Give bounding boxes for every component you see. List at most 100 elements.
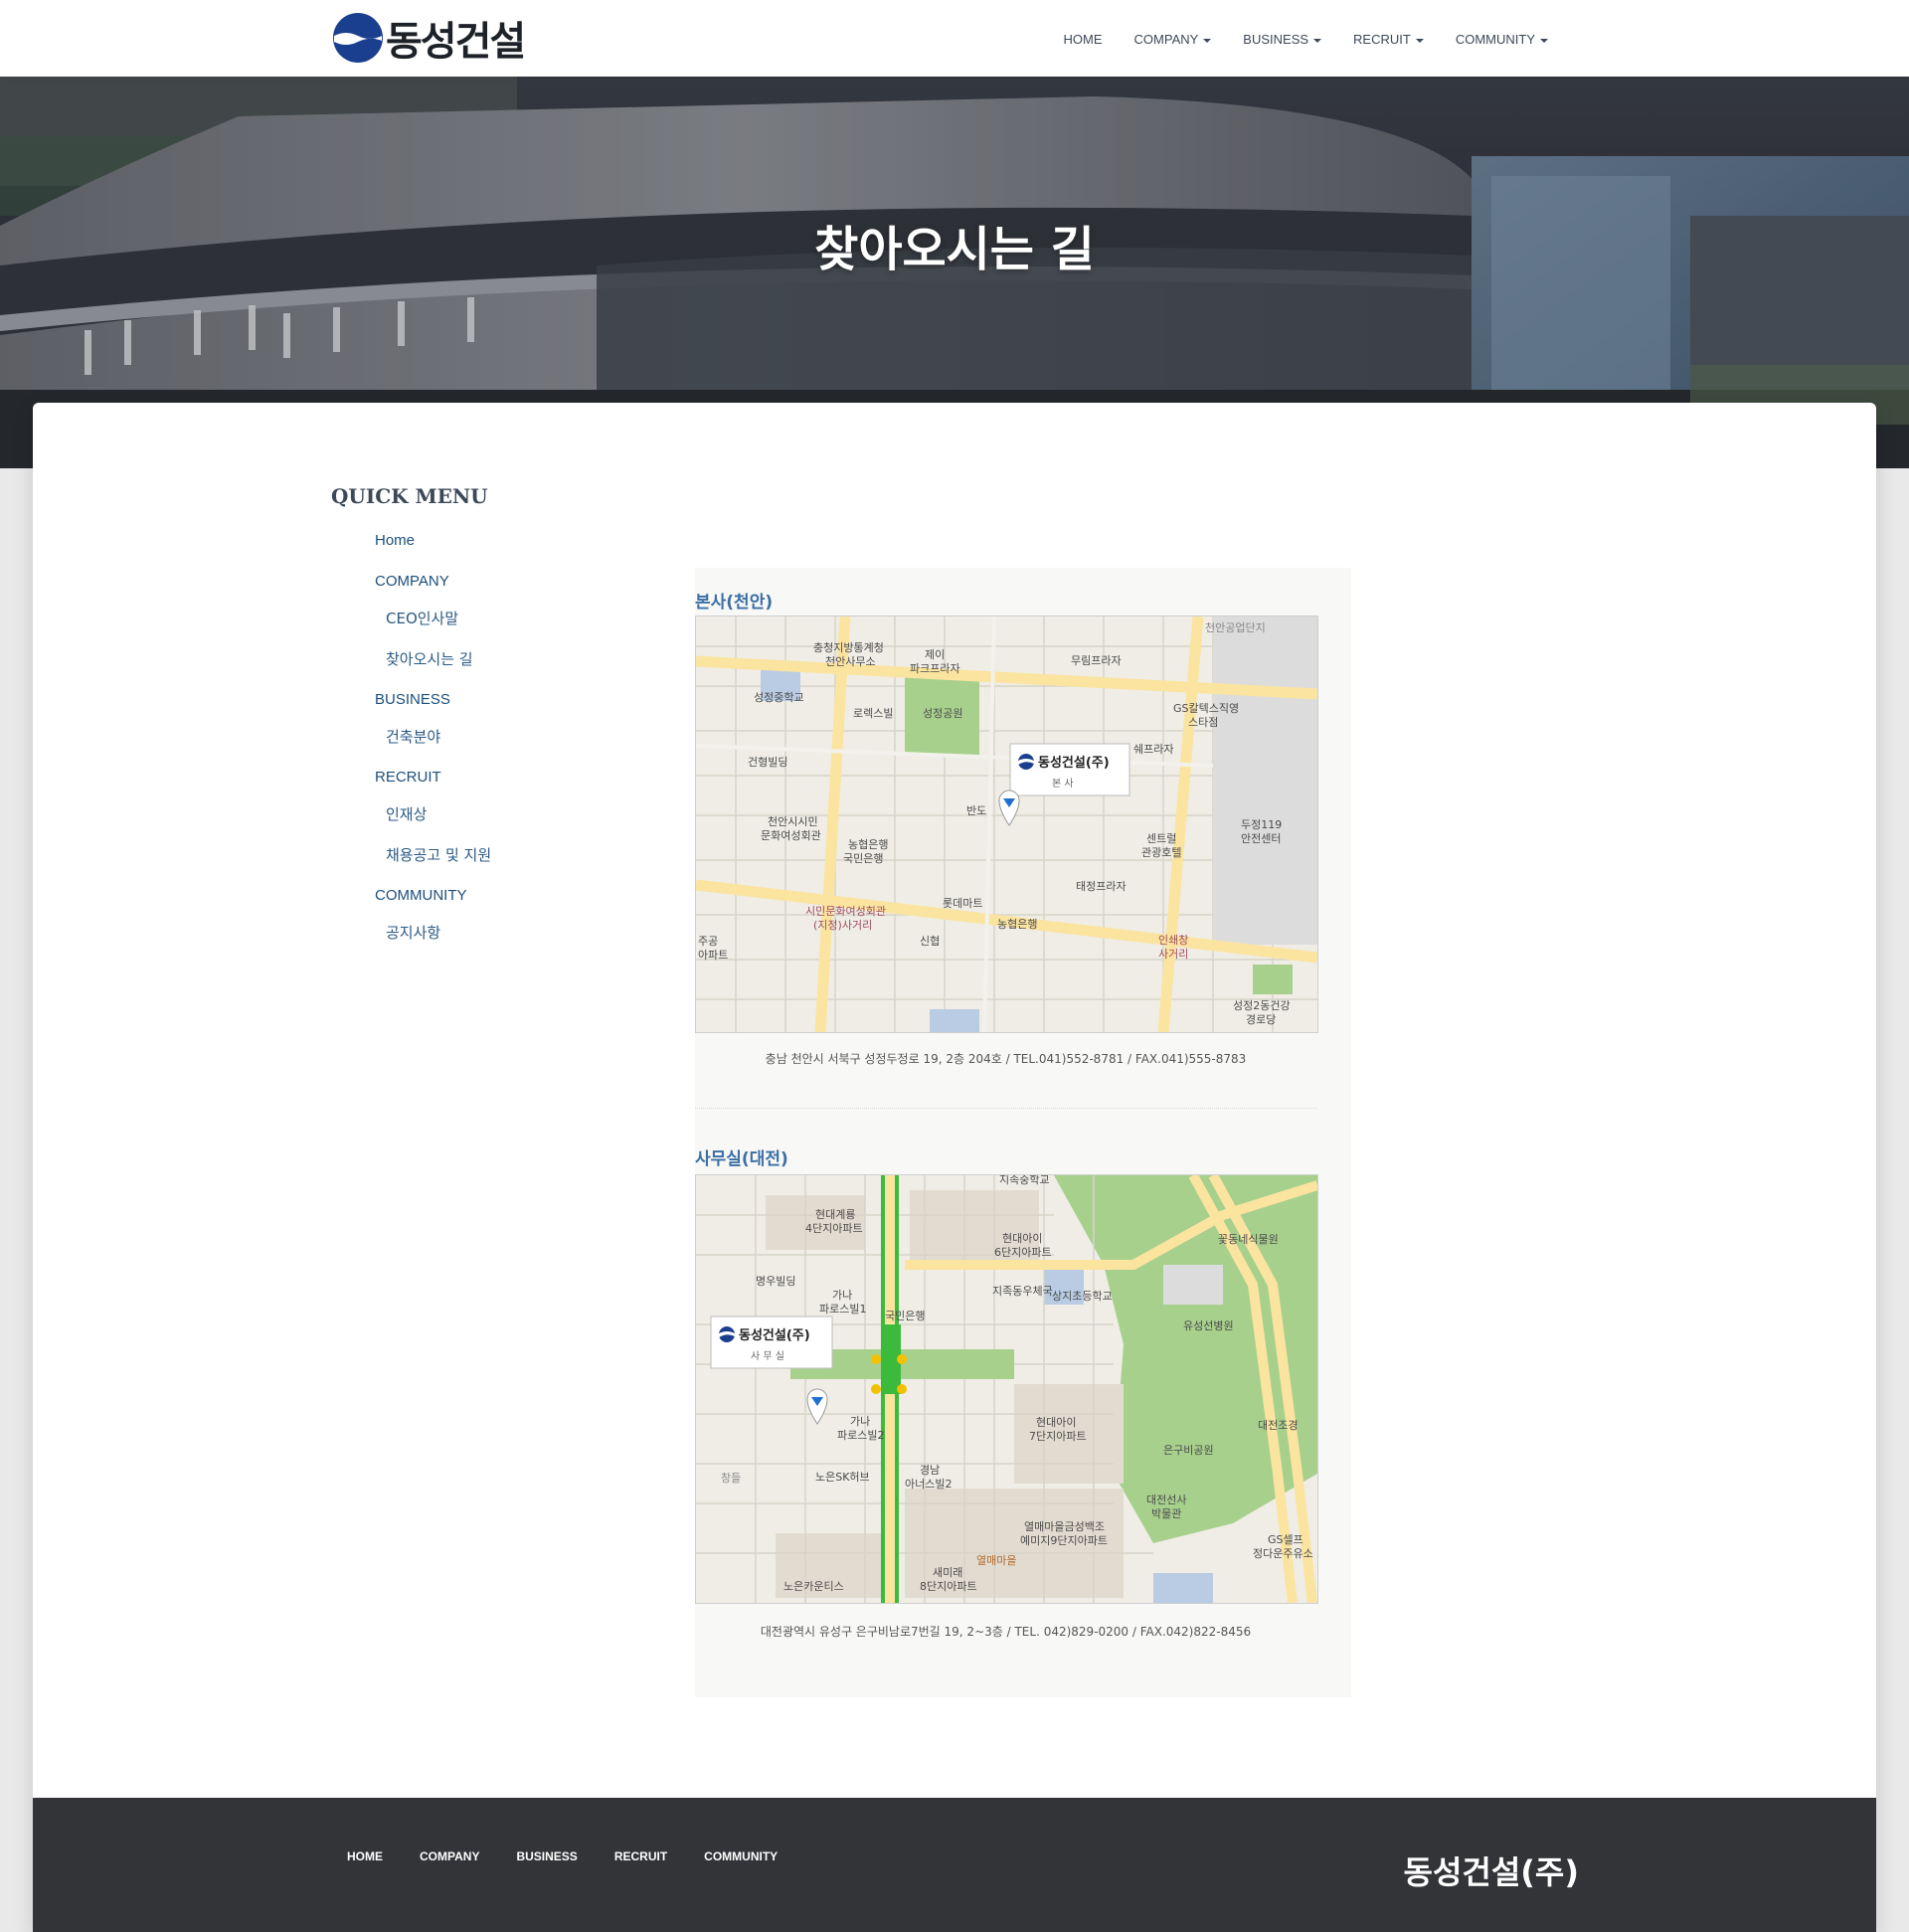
footer-link-home[interactable]: HOME — [347, 1849, 383, 1863]
map-label: 시민문화여성회관 — [805, 905, 886, 918]
map-label: 로렉스빌 — [853, 707, 893, 720]
map-label: 충청지방통계청 — [813, 641, 884, 654]
map-label: 농협은행 — [848, 838, 888, 851]
map-label: 쉐프라자 — [1133, 743, 1173, 756]
map-label: 성정2동건강 — [1233, 999, 1291, 1012]
office-address: 대전광역시 유성구 은구비남로7번길 19, 2~3층 / TEL. 042)8… — [760, 1625, 1252, 1639]
nav-home[interactable]: HOME — [1047, 28, 1118, 51]
map-label: 반도 — [966, 804, 986, 817]
map-label: 현대아이 — [1036, 1416, 1076, 1429]
map-label: (지정)사거리 — [813, 919, 872, 932]
nav-company[interactable]: COMPANY — [1118, 28, 1227, 51]
map-label: 경로당 — [1246, 1013, 1276, 1026]
office-title: 사무실(대전) — [695, 1149, 788, 1169]
map-label: 8단지아파트 — [920, 1580, 977, 1593]
map-label: 사거리 — [1158, 948, 1188, 961]
map-label: 지족중학교 — [999, 1175, 1050, 1186]
nav-company-label: COMPANY — [1133, 32, 1199, 47]
map-label: 천안공업단지 — [1205, 620, 1266, 634]
map-label: 예미지9단지아파트 — [1020, 1534, 1108, 1547]
quick-menu-community[interactable]: COMMUNITY — [375, 887, 467, 904]
map-label: 농협은행 — [997, 918, 1037, 931]
map-label: 두정119 — [1241, 818, 1282, 831]
map-label: 인쇄창 — [1158, 934, 1188, 947]
footer-link-recruit[interactable]: RECRUIT — [614, 1849, 667, 1863]
map-label: 노은SK허브 — [815, 1471, 870, 1484]
map-label: GS칼텍스직영 — [1173, 702, 1239, 715]
map-label: 센트럴 — [1146, 832, 1176, 845]
head-office-title: 본사(천안) — [695, 593, 774, 613]
map-label: 아파트 — [698, 949, 728, 962]
map-label: 파로스빌1 — [819, 1303, 866, 1316]
map-label: 신협 — [920, 935, 940, 948]
main-nav: HOME COMPANY BUSINESS RECRUIT COMMUNITY — [1047, 28, 1563, 51]
quick-menu-ceo[interactable]: CEO인사말 — [386, 608, 458, 628]
marker-type: 본 사 — [1052, 778, 1074, 790]
map-label: 천안사무소 — [825, 654, 876, 668]
quick-menu-notice[interactable]: 공지사항 — [386, 922, 440, 943]
footer-link-community[interactable]: COMMUNITY — [704, 1849, 778, 1863]
quick-menu-construction[interactable]: 건축분야 — [386, 726, 440, 747]
map-label: 노은카운티스 — [783, 1580, 844, 1593]
map-label: 파로스빌2 — [837, 1429, 884, 1442]
map-label: 창들 — [721, 1472, 741, 1485]
quick-menu-home[interactable]: Home — [375, 532, 415, 549]
nav-community[interactable]: COMMUNITY — [1439, 28, 1563, 51]
map-label: 4단지아파트 — [805, 1222, 863, 1235]
map-label: 꽃동네식물원 — [1218, 1233, 1279, 1246]
footer-company-name: 동성건설(주) — [1403, 1853, 1579, 1891]
map-label: 지족동우체국 — [992, 1285, 1053, 1298]
map-label: 현대계룡 — [815, 1208, 855, 1221]
map-label: 주공 — [698, 935, 718, 948]
caret-down-icon — [1313, 38, 1322, 43]
caret-down-icon — [1540, 38, 1548, 43]
footer-nav: HOME COMPANY BUSINESS RECRUIT COMMUNITY — [347, 1849, 814, 1863]
map-label: 6단지아파트 — [994, 1246, 1052, 1259]
map-label: 대전조경 — [1258, 1419, 1298, 1432]
head-office-address: 충남 천안시 서북구 성정두정로 19, 2층 204호 / TEL.041)5… — [765, 1052, 1247, 1066]
map-label: 롯데마트 — [943, 897, 982, 910]
caret-down-icon — [1203, 38, 1212, 43]
map-label: 은구비공원 — [1163, 1444, 1214, 1457]
quick-menu-directions[interactable]: 찾아오시는 길 — [386, 648, 473, 669]
caret-down-icon — [1415, 38, 1424, 43]
brand-logo-link[interactable]: 동성건설 — [332, 8, 526, 68]
nav-business-label: BUSINESS — [1243, 32, 1309, 47]
section-divider — [695, 1108, 1316, 1109]
map-label: 국민은행 — [885, 1310, 925, 1322]
quick-menu-business[interactable]: BUSINESS — [375, 691, 450, 708]
map-label: 무림프라자 — [1071, 654, 1122, 667]
map-label: 가나 — [850, 1415, 870, 1428]
map-label: 안전센터 — [1241, 832, 1281, 845]
map-label: 아너스빌2 — [905, 1478, 952, 1491]
map-label: 열매마을 — [976, 1554, 1016, 1567]
footer-link-company[interactable]: COMPANY — [420, 1849, 479, 1863]
quick-menu-talent[interactable]: 인재상 — [386, 803, 427, 824]
map-label: 성정공원 — [923, 707, 962, 720]
head-office-marker-callout: 동성건설(주) 본 사 — [1009, 743, 1130, 796]
map-label: 제이 — [925, 648, 945, 661]
map-label: 새미래 — [933, 1566, 962, 1579]
main-content-card: QUICK MENU Home COMPANY CEO인사말 찾아오시는 길 B… — [33, 403, 1876, 1932]
map-label: 성정중학교 — [754, 691, 804, 704]
quick-menu-recruit[interactable]: RECRUIT — [375, 769, 441, 786]
footer-link-business[interactable]: BUSINESS — [516, 1849, 577, 1863]
map-label: 대전선사 — [1146, 1493, 1186, 1506]
map-label: GS셀프 — [1268, 1533, 1303, 1546]
map-label: 건형빌딩 — [748, 756, 787, 769]
head-office-map[interactable]: 충청지방통계청 천안사무소 제이 파크프라자 무림프라자 천안공업단지 성정중학… — [695, 615, 1318, 1033]
marker-type: 사 무 실 — [751, 1350, 784, 1362]
nav-recruit-label: RECRUIT — [1353, 32, 1411, 47]
map-label: 열매마을금성백조 — [1024, 1520, 1105, 1533]
quick-menu-jobs[interactable]: 채용공고 및 지원 — [386, 844, 491, 865]
map-label: 파크프라자 — [910, 662, 960, 675]
nav-business[interactable]: BUSINESS — [1226, 28, 1336, 51]
brand-name: 동성건설 — [386, 19, 526, 65]
quick-menu-company[interactable]: COMPANY — [375, 573, 449, 590]
office-marker-callout: 동성건설(주) 사 무 실 — [710, 1316, 833, 1369]
map-label: 7단지아파트 — [1029, 1430, 1087, 1443]
office-map[interactable]: 지족중학교 현대계룡 4단지아파트 현대아이 6단지아파트 꽃동네식물원 명우빌… — [695, 1174, 1318, 1604]
nav-recruit[interactable]: RECRUIT — [1336, 28, 1439, 51]
location-maps-panel: 본사(천안) 충청지방통계청 천안사무소 제이 파크프라자 무림프라자 천안공업… — [695, 568, 1351, 1697]
dongsung-logo-icon — [333, 13, 383, 63]
